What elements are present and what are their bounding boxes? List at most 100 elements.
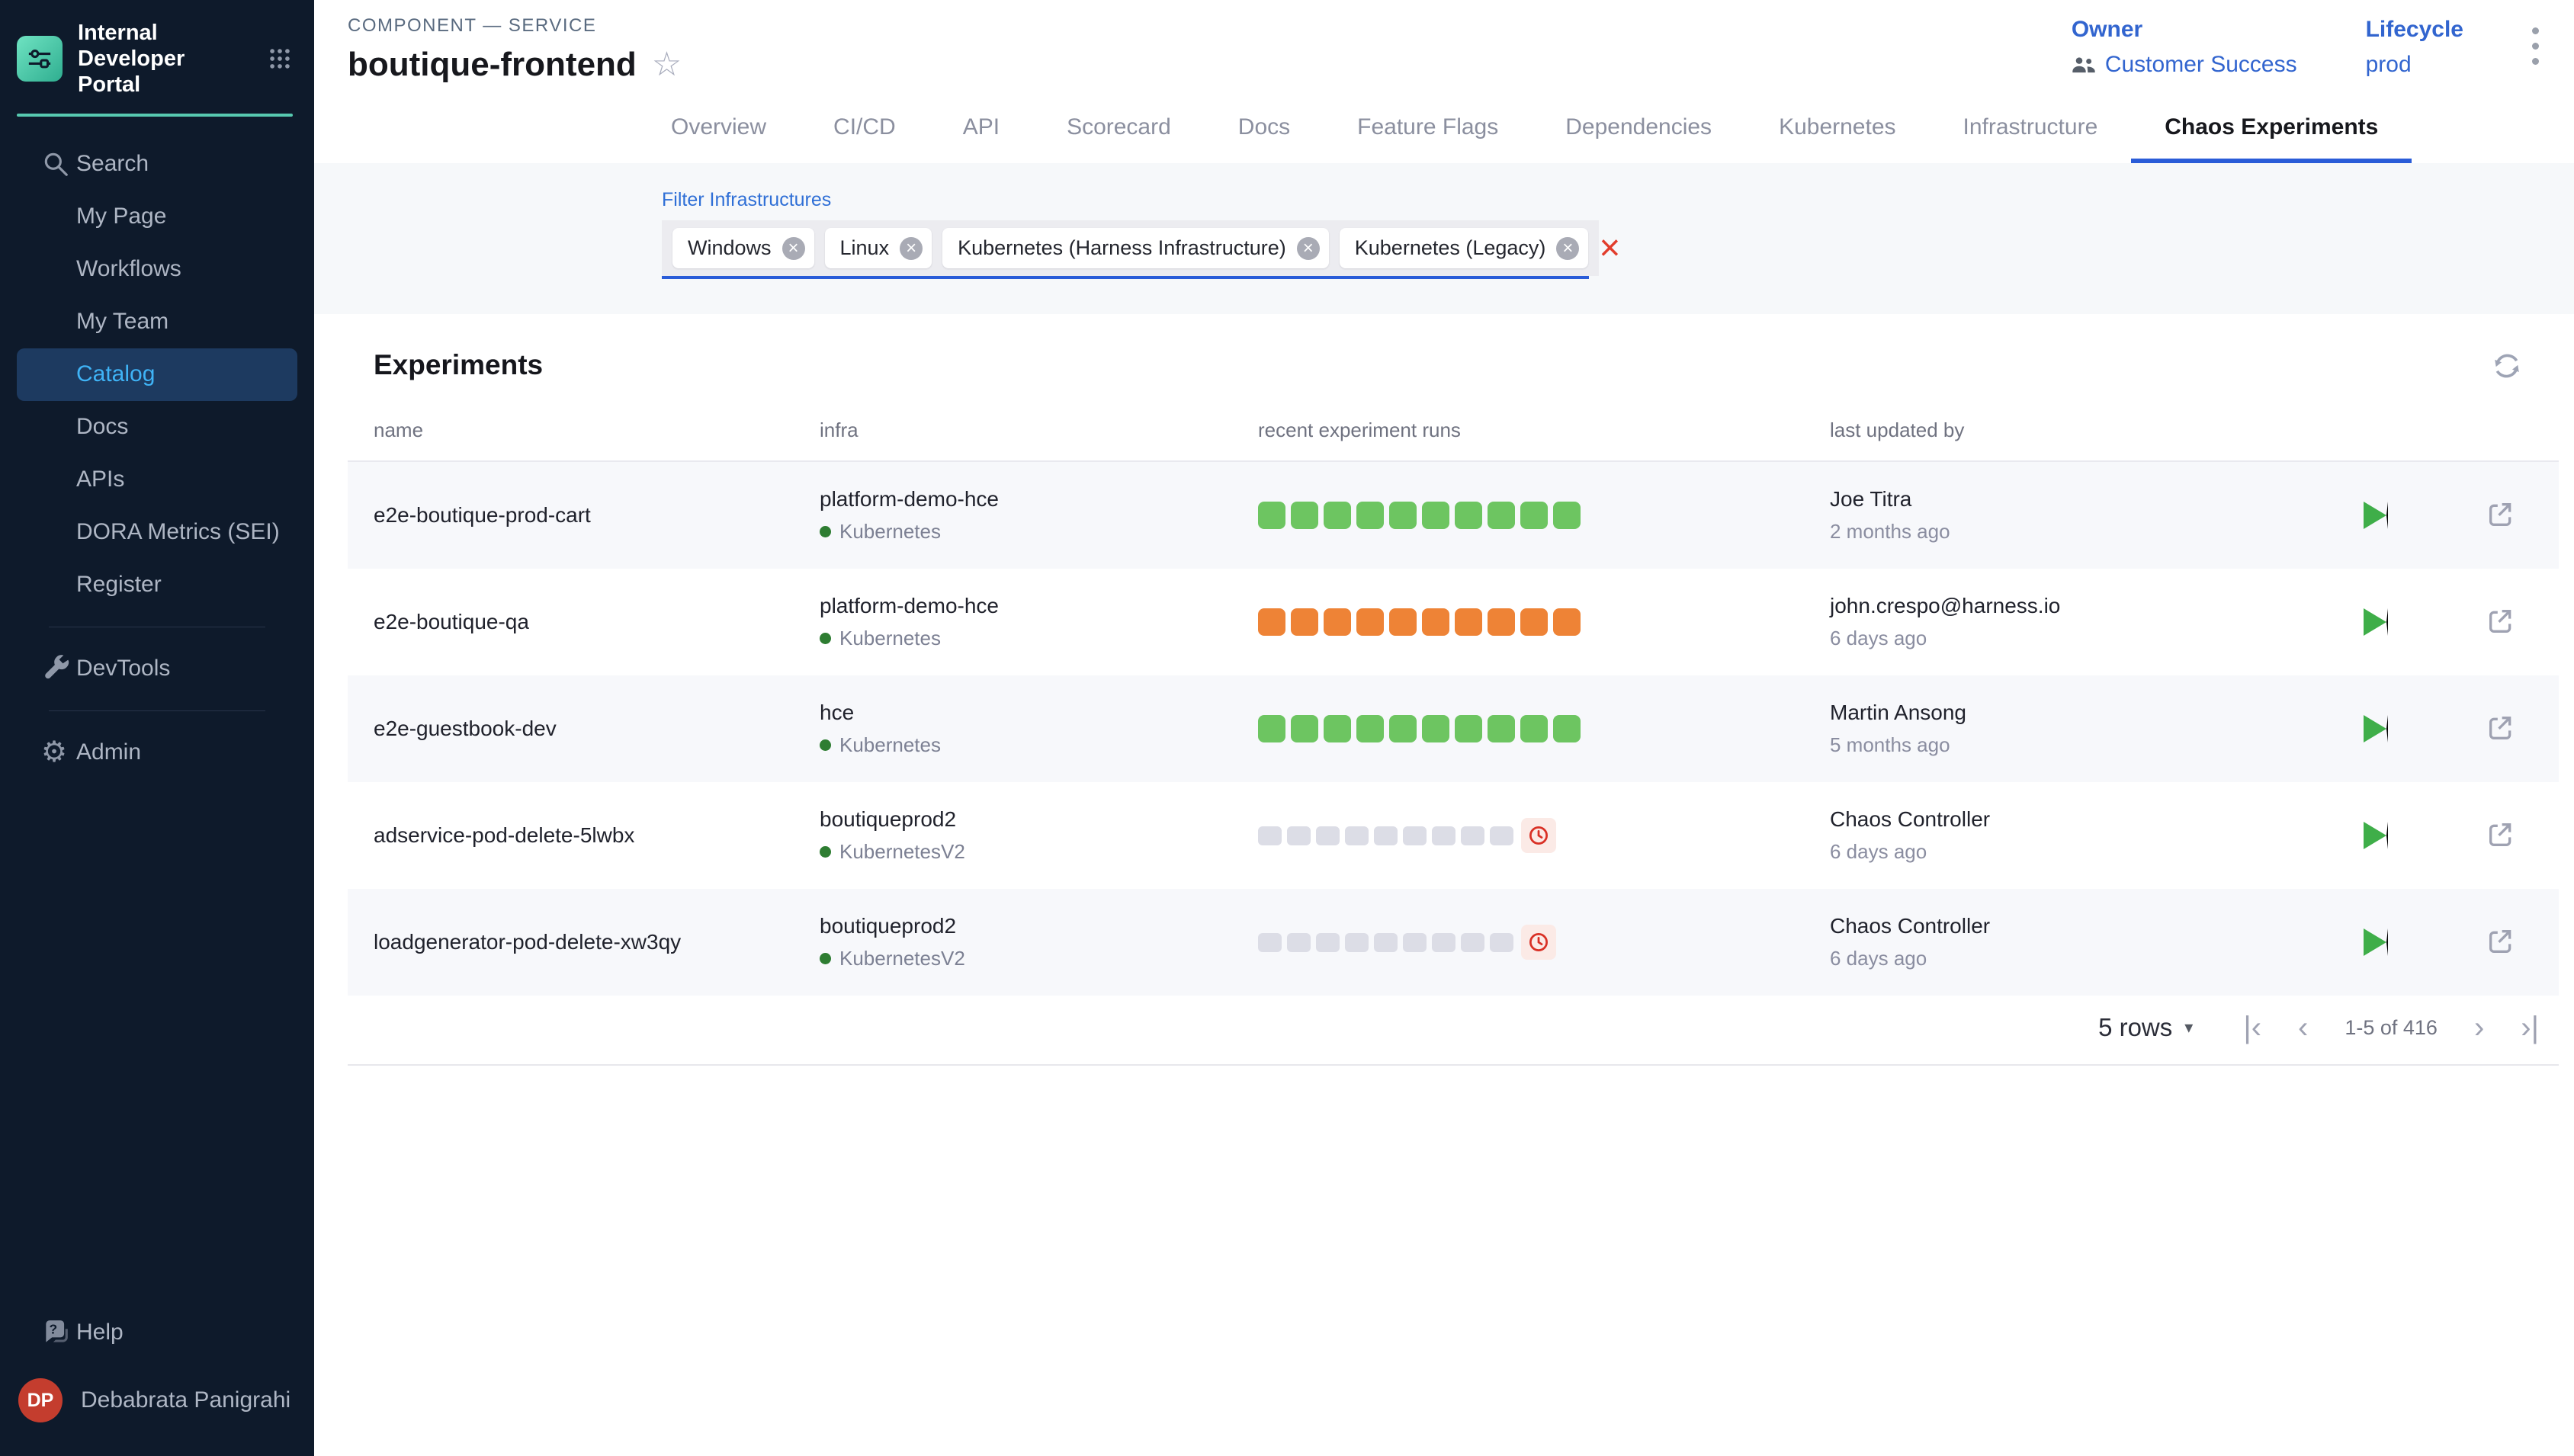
updated-at: 6 days ago: [1830, 627, 2322, 650]
updated-by: john.crespo@harness.io: [1830, 594, 2322, 618]
run-cell-gray: [1287, 933, 1311, 952]
next-page-button[interactable]: ›: [2474, 1012, 2484, 1043]
open-experiment-icon[interactable]: [2486, 713, 2516, 746]
updated-at: 2 months ago: [1830, 520, 2322, 544]
sidebar-item-workflows[interactable]: Workflows: [0, 243, 314, 296]
refresh-icon[interactable]: [2490, 349, 2524, 385]
filter-chip-windows: Windows ×: [672, 228, 814, 268]
tab-chaos-experiments[interactable]: Chaos Experiments: [2131, 104, 2412, 163]
infra-type: Kubernetes: [839, 733, 941, 757]
run-experiment-button[interactable]: [2364, 608, 2388, 636]
run-cell-gray: [1374, 826, 1398, 845]
runs-cell: [1258, 818, 1830, 853]
run-cell-green: [1553, 502, 1581, 529]
tab-scorecard[interactable]: Scorecard: [1033, 104, 1205, 163]
rows-per-page-select[interactable]: 5 rows ▾: [2098, 1013, 2193, 1042]
sidebar-item-register[interactable]: Register: [0, 559, 314, 611]
table-row: e2e-boutique-qaplatform-demo-hceKubernet…: [348, 569, 2559, 675]
tab-api[interactable]: API: [929, 104, 1033, 163]
run-cell-gray: [1403, 933, 1427, 952]
tab-infrastructure[interactable]: Infrastructure: [1930, 104, 2132, 163]
sidebar-item-docs[interactable]: Docs: [0, 401, 314, 454]
owner-link[interactable]: Customer Success: [2105, 52, 2297, 78]
sidebar-item-search[interactable]: Search: [0, 138, 314, 191]
tab-ci-cd[interactable]: CI/CD: [800, 104, 929, 163]
sidebar-item-my-team[interactable]: My Team: [0, 296, 314, 348]
prev-page-button[interactable]: ‹: [2298, 1012, 2308, 1043]
wrench-icon: [41, 654, 70, 683]
overdue-run-badge: [1521, 818, 1556, 853]
run-cell-gray: [1258, 826, 1282, 845]
overdue-clock-icon: [1527, 931, 1550, 954]
run-cell-green: [1455, 715, 1482, 742]
kebab-menu-icon[interactable]: [2532, 17, 2539, 78]
infra-subrow: KubernetesV2: [820, 840, 1258, 864]
recent-runs-strip[interactable]: [1258, 715, 1830, 742]
sidebar-item-my-page[interactable]: My Page: [0, 191, 314, 243]
runs-cell: [1258, 502, 1830, 529]
recent-runs-strip[interactable]: [1258, 925, 1830, 960]
updated-cell: john.crespo@harness.io 6 days ago: [1830, 594, 2322, 650]
sidebar-item-catalog[interactable]: Catalog: [17, 348, 297, 401]
run-experiment-button[interactable]: [2364, 715, 2388, 742]
sidebar-item-devtools[interactable]: DevTools: [0, 643, 314, 695]
open-experiment-icon[interactable]: [2486, 606, 2516, 639]
chip-remove-icon[interactable]: ×: [1297, 237, 1320, 260]
chip-label: Windows: [688, 236, 772, 260]
chip-remove-icon[interactable]: ×: [782, 237, 805, 260]
tab-docs[interactable]: Docs: [1205, 104, 1324, 163]
table-row: e2e-guestbook-devhceKubernetesMartin Ans…: [348, 675, 2559, 782]
infra-type: KubernetesV2: [839, 840, 965, 864]
apps-grid-icon[interactable]: [267, 46, 293, 72]
open-experiment-icon[interactable]: [2486, 499, 2516, 532]
sidebar-item-admin[interactable]: ⚙ Admin: [0, 726, 314, 779]
infra-subrow: Kubernetes: [820, 627, 1258, 650]
run-cell-gray: [1461, 826, 1484, 845]
last-page-button[interactable]: ›|: [2521, 1012, 2539, 1043]
run-cell-orange: [1520, 608, 1548, 636]
run-experiment-button[interactable]: [2364, 502, 2388, 529]
lifecycle-block: Lifecycle prod: [2366, 17, 2463, 78]
open-experiment-icon[interactable]: [2486, 819, 2516, 852]
run-experiment-button[interactable]: [2364, 822, 2388, 849]
clear-filters-button[interactable]: ×: [1599, 220, 1620, 276]
infra-name: boutiqueprod2: [820, 914, 1258, 938]
chip-remove-icon[interactable]: ×: [900, 237, 923, 260]
run-cell-orange: [1488, 608, 1515, 636]
sidebar-item-dora-metrics-sei[interactable]: DORA Metrics (SEI): [0, 506, 314, 559]
experiments-table: name infra recent experiment runs last u…: [348, 405, 2559, 996]
tab-label: Docs: [1238, 114, 1290, 140]
first-page-button[interactable]: |‹: [2243, 1012, 2261, 1043]
run-cell-green: [1553, 715, 1581, 742]
tab-feature-flags[interactable]: Feature Flags: [1324, 104, 1532, 163]
run-cell-green: [1488, 502, 1515, 529]
recent-runs-strip[interactable]: [1258, 818, 1830, 853]
updated-cell: Chaos Controller6 days ago: [1830, 807, 2322, 864]
user-menu[interactable]: DP Debabrata Panigrahi: [0, 1358, 314, 1442]
recent-runs-strip[interactable]: [1258, 608, 1830, 636]
sidebar-item-label: APIs: [76, 467, 124, 492]
tab-overview[interactable]: Overview: [637, 104, 800, 163]
run-experiment-button[interactable]: [2364, 928, 2388, 956]
entity-tabs: OverviewCI/CDAPIScorecard Docs Feature Fla…: [637, 104, 2574, 163]
chip-remove-icon[interactable]: ×: [1556, 237, 1579, 260]
updated-cell: Joe Titra2 months ago: [1830, 487, 2322, 544]
tab-dependencies[interactable]: Dependencies: [1532, 104, 1745, 163]
tab-kubernetes[interactable]: Kubernetes: [1745, 104, 1929, 163]
tab-label: Kubernetes: [1779, 114, 1895, 140]
infra-subrow: Kubernetes: [820, 733, 1258, 757]
filter-chips: Windows×Linux×Kubernetes (Harness Infras…: [662, 220, 1599, 276]
filter-input[interactable]: Windows×Linux×Kubernetes (Harness Infras…: [662, 220, 1589, 279]
recent-runs-strip[interactable]: [1258, 502, 1830, 529]
runs-cell: [1258, 715, 1830, 742]
col-last-updated: last updated by: [1830, 419, 2322, 442]
run-cell-green: [1488, 715, 1515, 742]
help-button[interactable]: ? Help: [0, 1306, 314, 1358]
table-row: loadgenerator-pod-delete-xw3qyboutiquepr…: [348, 889, 2559, 996]
open-experiment-icon[interactable]: [2486, 926, 2516, 959]
favorite-star-icon[interactable]: ☆: [652, 48, 682, 82]
sidebar-item-apis[interactable]: APIs: [0, 454, 314, 506]
idp-logo-glyph: [26, 45, 53, 72]
experiments-card: Experiments name infra rec: [314, 314, 2574, 1456]
row-actions: [2322, 499, 2559, 532]
